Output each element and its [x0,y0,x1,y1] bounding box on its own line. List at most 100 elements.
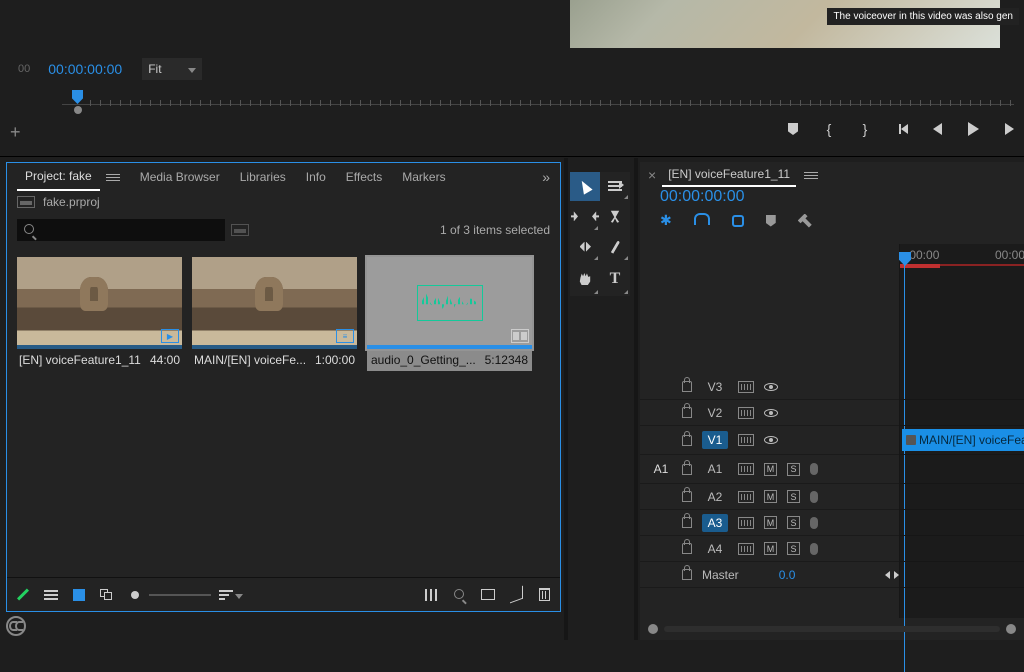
sync-lock-icon[interactable] [738,407,754,419]
tab-effects[interactable]: Effects [338,164,390,190]
timeline-timecode[interactable]: 00:00:00:00 [660,188,745,205]
creative-cloud-icon[interactable] [6,616,26,636]
clip-thumbnail[interactable] [367,257,532,349]
panel-menu-icon[interactable] [804,172,818,179]
lane-v1[interactable]: MAIN/[EN] voiceFeat [900,426,1024,455]
clip-thumbnail[interactable]: ▶ [17,257,182,349]
lock-icon[interactable] [682,407,692,418]
sync-lock-icon[interactable] [738,434,754,446]
solo-button[interactable]: S [787,542,800,555]
slip-tool[interactable] [570,232,600,262]
list-view-button[interactable] [43,587,59,603]
add-marker-button[interactable]: + [10,122,21,143]
step-back-button[interactable] [930,122,944,136]
tab-markers[interactable]: Markers [394,164,453,190]
go-to-in-button[interactable] [894,122,908,136]
track-visibility-icon[interactable] [764,436,778,444]
track-visibility-icon[interactable] [764,383,778,391]
lock-icon[interactable] [682,381,692,392]
track-select-tool[interactable] [600,172,630,201]
source-patch[interactable]: A1 [650,462,672,476]
tab-libraries[interactable]: Libraries [232,164,294,190]
solo-button[interactable]: S [787,516,800,529]
track-target[interactable]: V2 [702,404,728,422]
clip-item[interactable]: ≡ MAIN/[EN] voiceFe... 1:00:00 [192,257,357,371]
track-header-a3[interactable]: A3 M S [640,510,899,536]
snap-icon[interactable] [694,213,710,228]
sync-lock-icon[interactable] [738,491,754,503]
voice-record-icon[interactable] [810,543,818,555]
track-target[interactable]: A4 [702,540,728,558]
step-forward-button[interactable] [1002,122,1016,136]
new-bin-button[interactable] [480,587,496,603]
track-header-master[interactable]: Master 0.0 [640,562,899,588]
delete-button[interactable] [536,587,552,603]
solo-button[interactable]: S [787,463,800,476]
program-timecode[interactable]: 00:00:00:00 [48,61,122,77]
hand-tool[interactable] [570,262,600,296]
lock-icon[interactable] [682,491,692,502]
tab-info[interactable]: Info [298,164,334,190]
mark-out-button[interactable] [858,122,872,136]
lane-a2[interactable] [900,484,1024,510]
scrollbar-track[interactable] [664,626,1000,632]
track-target[interactable]: A2 [702,488,728,506]
sequence-tab[interactable]: [EN] voiceFeature1_11 [662,163,796,187]
ripple-edit-tool[interactable] [570,201,600,231]
zoom-level-select[interactable]: Fit [142,58,202,80]
find-button[interactable] [452,587,468,603]
lock-icon[interactable] [682,435,692,446]
lock-icon[interactable] [682,569,692,580]
timeline-ruler-area[interactable]: ;00:00 00:00:05:0 MAIN/[EN] voiceFeat [900,244,1024,618]
zoom-handle-right[interactable] [1006,624,1016,634]
lock-icon[interactable] [682,517,692,528]
tabs-overflow-icon[interactable] [542,169,550,185]
vertical-divider[interactable] [634,158,638,640]
sync-lock-icon[interactable] [738,517,754,529]
mute-button[interactable]: M [764,516,777,529]
timeline-horizontal-scrollbar[interactable] [648,622,1016,636]
lock-icon[interactable] [682,464,692,475]
program-playhead-icon[interactable] [72,90,83,104]
add-marker-icon[interactable] [786,122,800,136]
solo-button[interactable]: S [787,490,800,503]
sync-lock-icon[interactable] [738,543,754,555]
automate-to-sequence-button[interactable] [424,587,440,603]
output-icon[interactable] [885,571,899,579]
track-header-a2[interactable]: A2 M S [640,484,899,510]
lane-v2[interactable] [900,400,1024,426]
master-value[interactable]: 0.0 [779,568,796,582]
track-visibility-icon[interactable] [764,409,778,417]
lock-icon[interactable] [682,543,692,554]
new-item-button[interactable] [508,587,524,603]
voice-record-icon[interactable] [810,491,818,503]
mute-button[interactable]: M [764,463,777,476]
track-header-a4[interactable]: A4 M S [640,536,899,562]
icon-view-button[interactable] [71,587,87,603]
play-button[interactable] [966,122,980,136]
project-search-input[interactable] [17,219,225,241]
freeform-view-button[interactable] [99,587,115,603]
lane-a1[interactable] [900,455,1024,484]
pen-tool[interactable] [600,232,630,262]
add-marker-icon[interactable] [766,215,776,227]
thumbnail-size-track[interactable] [149,594,211,596]
close-sequence-button[interactable] [648,167,656,183]
timeline-settings-icon[interactable] [798,214,812,228]
track-header-v2[interactable]: V2 [640,400,899,426]
selection-tool[interactable] [570,172,600,201]
track-target[interactable]: A1 [702,460,728,478]
sync-lock-icon[interactable] [738,463,754,475]
write-mode-button[interactable] [15,587,31,603]
mute-button[interactable]: M [764,490,777,503]
sort-button[interactable] [223,587,239,603]
linked-selection-icon[interactable] [732,215,744,227]
mark-in-button[interactable] [822,122,836,136]
track-target[interactable]: V3 [702,378,728,396]
lane-a4[interactable] [900,536,1024,562]
thumbnail-size-slider[interactable] [127,587,143,603]
tab-project[interactable]: Project: fake [17,163,100,191]
clip-item[interactable]: audio_0_Getting_... 5:12348 [367,257,532,371]
clip-item[interactable]: ▶ [EN] voiceFeature1_11 44:00 [17,257,182,371]
lane-master[interactable] [900,562,1024,588]
